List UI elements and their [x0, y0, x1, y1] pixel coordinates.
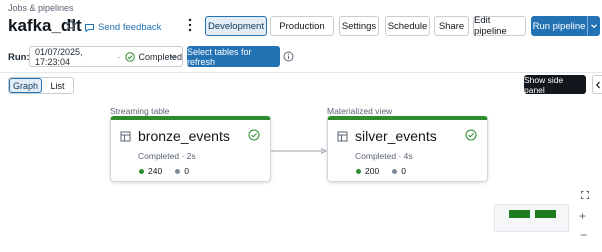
minimap-node: [535, 210, 556, 218]
development-button[interactable]: Development: [205, 16, 267, 36]
schedule-button[interactable]: Schedule: [385, 16, 430, 36]
run-selector[interactable]: 01/07/2025, 17:23:04 · Completed: [29, 46, 183, 67]
dropped-dot: [175, 168, 181, 174]
tab-list[interactable]: List: [42, 78, 73, 93]
upserted-dot: [356, 168, 361, 174]
side-panel-tooltip: Show side panel: [524, 75, 586, 95]
fit-view-icon[interactable]: [581, 191, 589, 199]
node-name: bronze_events: [138, 128, 230, 144]
settings-button[interactable]: Settings: [339, 16, 379, 36]
view-tabs: Graph List: [8, 77, 74, 94]
tab-graph[interactable]: Graph: [9, 78, 42, 93]
breadcrumb[interactable]: Jobs & pipelines: [8, 3, 74, 13]
send-feedback-label: Send feedback: [98, 22, 162, 33]
node-status: Completed · 2s: [138, 151, 196, 161]
graph-node-silver-events[interactable]: silver_events Completed · 4s 200 0: [327, 116, 488, 182]
zoom-out-icon[interactable]: −: [580, 228, 587, 242]
star-icon[interactable]: [65, 19, 77, 31]
minimap-node: [509, 210, 530, 218]
run-pipeline-button[interactable]: Run pipeline: [531, 16, 587, 36]
upserted-count: 200: [365, 166, 380, 176]
chevron-down-icon: [170, 55, 176, 60]
chevron-down-icon: [590, 24, 597, 29]
minimap[interactable]: [494, 204, 569, 232]
side-panel-toggle[interactable]: [592, 75, 602, 94]
node-status: Completed · 4s: [355, 151, 413, 161]
table-icon: [337, 131, 348, 142]
info-icon[interactable]: [283, 51, 294, 62]
zoom-in-icon[interactable]: +: [579, 209, 586, 223]
table-icon: [120, 131, 131, 142]
run-label: Run:: [8, 52, 30, 63]
dropped-count: 0: [184, 166, 189, 176]
chevron-left-icon: [595, 81, 600, 88]
kebab-icon[interactable]: [187, 17, 193, 33]
run-separator: ·: [117, 51, 121, 62]
production-button[interactable]: Production: [270, 16, 334, 36]
upserted-count: 240: [148, 166, 163, 176]
graph-node-bronze-events[interactable]: bronze_events Completed · 2s 240 0: [110, 116, 271, 182]
node-type-label: Streaming table: [110, 106, 170, 116]
select-tables-refresh-button[interactable]: Select tables for refresh: [187, 46, 280, 67]
run-pipeline-menu-button[interactable]: [587, 16, 600, 36]
graph-edge: [271, 148, 327, 154]
run-timestamp: 01/07/2025, 17:23:04: [35, 46, 83, 67]
upserted-dot: [139, 168, 144, 174]
check-circle-icon: [248, 129, 260, 141]
node-type-label: Materialized view: [327, 106, 393, 116]
node-name: silver_events: [355, 128, 437, 144]
send-feedback-link[interactable]: Send feedback: [84, 22, 161, 33]
check-circle-icon: [465, 129, 477, 141]
dropped-count: 0: [401, 166, 406, 176]
edit-pipeline-button[interactable]: Edit pipeline: [473, 15, 526, 37]
feedback-icon: [85, 24, 94, 33]
share-button[interactable]: Share: [434, 16, 469, 36]
check-circle-icon: [125, 51, 136, 62]
dropped-dot: [392, 168, 398, 174]
